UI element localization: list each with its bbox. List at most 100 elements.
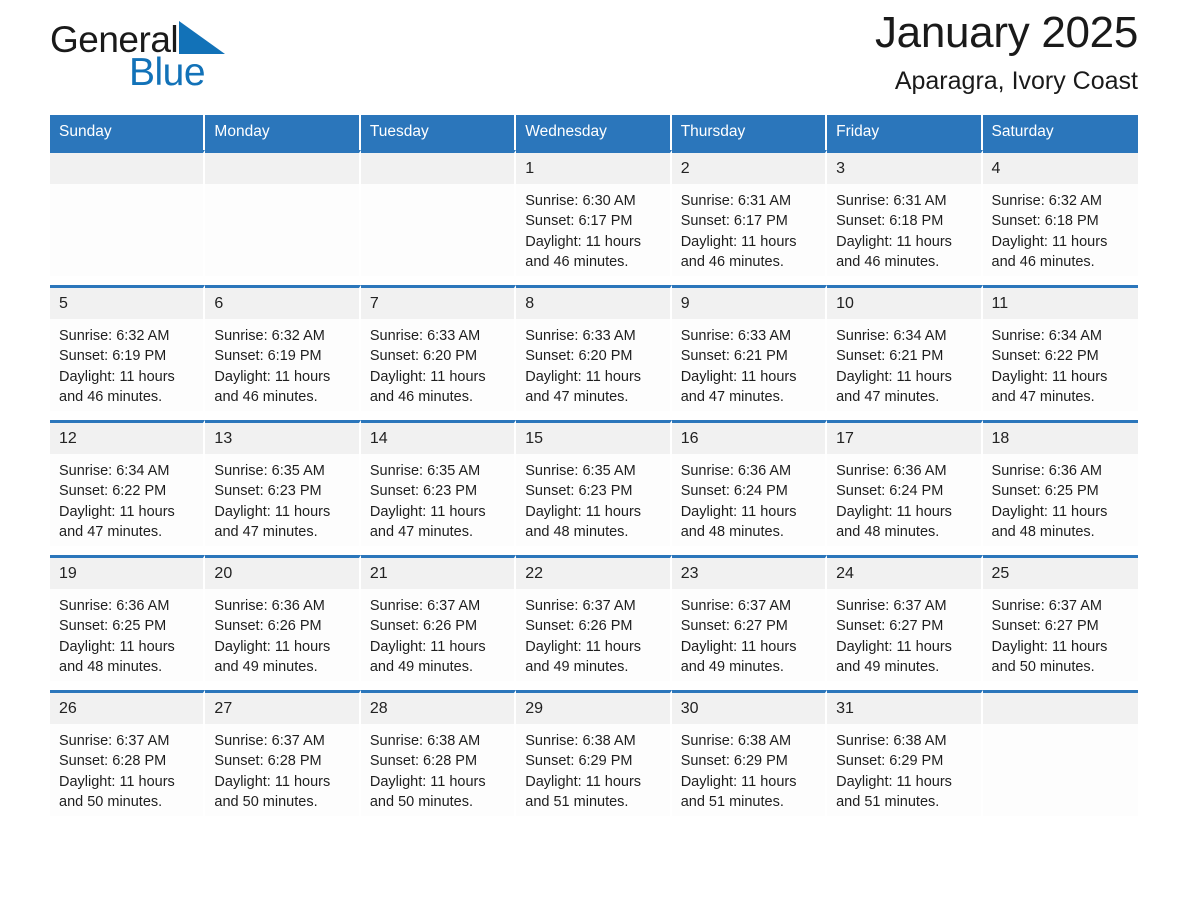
day-cell[interactable]: 26 Sunrise: 6:37 AM Sunset: 6:28 PM Dayl… xyxy=(50,690,206,816)
day-number: 26 xyxy=(50,693,204,724)
sunrise-text: Sunrise: 6:37 AM xyxy=(680,598,792,614)
day-cell[interactable]: 10 Sunrise: 6:34 AM Sunset: 6:21 PM Dayl… xyxy=(827,285,983,411)
day-cell[interactable]: 2 Sunrise: 6:31 AM Sunset: 6:17 PM Dayli… xyxy=(671,150,828,276)
daylight-text-line1: Daylight: 11 hours xyxy=(680,368,797,385)
month-calendar: Sunday Monday Tuesday Wednesday Thursday… xyxy=(50,115,1138,816)
day-number: 22 xyxy=(516,558,670,589)
daylight-text-line1: Daylight: 11 hours xyxy=(369,773,486,790)
daylight-text-line1: Daylight: 11 hours xyxy=(836,638,952,655)
weekday-header-wednesday: Wednesday xyxy=(516,115,672,150)
daylight-text-line1: Daylight: 11 hours xyxy=(680,638,797,655)
daylight-text-line2: and 47 minutes. xyxy=(59,523,163,540)
weekday-header-monday: Monday xyxy=(205,115,361,150)
day-details: Sunrise: 6:34 AM Sunset: 6:22 PM Dayligh… xyxy=(983,319,1138,407)
sunset-text: Sunset: 6:19 PM xyxy=(59,348,167,365)
sunrise-text: Sunrise: 6:36 AM xyxy=(214,598,325,614)
day-cell[interactable] xyxy=(982,690,1138,816)
day-cell[interactable]: 17 Sunrise: 6:36 AM Sunset: 6:24 PM Dayl… xyxy=(827,420,983,546)
page-title: January 2025 xyxy=(874,8,1138,57)
day-cell[interactable]: 22 Sunrise: 6:37 AM Sunset: 6:26 PM Dayl… xyxy=(516,555,672,681)
day-cell[interactable]: 12 Sunrise: 6:34 AM Sunset: 6:22 PM Dayl… xyxy=(50,420,206,546)
week-row: 26 Sunrise: 6:37 AM Sunset: 6:28 PM Dayl… xyxy=(50,690,1138,816)
day-cell[interactable]: 6 Sunrise: 6:32 AM Sunset: 6:19 PM Dayli… xyxy=(205,285,361,411)
day-cell[interactable]: 27 Sunrise: 6:37 AM Sunset: 6:28 PM Dayl… xyxy=(205,690,361,816)
daylight-text-line2: and 47 minutes. xyxy=(214,523,318,540)
day-cell[interactable]: 23 Sunrise: 6:37 AM Sunset: 6:27 PM Dayl… xyxy=(671,555,828,681)
day-details: Sunrise: 6:31 AM Sunset: 6:17 PM Dayligh… xyxy=(672,184,825,272)
day-details: Sunrise: 6:37 AM Sunset: 6:28 PM Dayligh… xyxy=(50,724,203,812)
day-cell[interactable]: 25 Sunrise: 6:37 AM Sunset: 6:27 PM Dayl… xyxy=(982,555,1138,681)
day-cell[interactable]: 3 Sunrise: 6:31 AM Sunset: 6:18 PM Dayli… xyxy=(827,150,983,276)
sunrise-text: Sunrise: 6:38 AM xyxy=(680,733,792,749)
daylight-text-line2: and 50 minutes. xyxy=(59,793,163,810)
day-number: 28 xyxy=(360,693,515,724)
day-cell[interactable]: 18 Sunrise: 6:36 AM Sunset: 6:25 PM Dayl… xyxy=(982,420,1138,546)
sunrise-text: Sunrise: 6:38 AM xyxy=(525,733,636,749)
day-cell[interactable]: 15 Sunrise: 6:35 AM Sunset: 6:23 PM Dayl… xyxy=(516,420,672,546)
day-cell[interactable]: 11 Sunrise: 6:34 AM Sunset: 6:22 PM Dayl… xyxy=(982,285,1138,411)
sunrise-text: Sunrise: 6:30 AM xyxy=(525,193,636,209)
week-row: 5 Sunrise: 6:32 AM Sunset: 6:19 PM Dayli… xyxy=(50,285,1138,411)
day-cell[interactable]: 19 Sunrise: 6:36 AM Sunset: 6:25 PM Dayl… xyxy=(50,555,206,681)
sunset-text: Sunset: 6:27 PM xyxy=(991,618,1099,635)
day-number: 30 xyxy=(671,693,826,724)
day-cell[interactable]: 16 Sunrise: 6:36 AM Sunset: 6:24 PM Dayl… xyxy=(671,420,828,546)
day-cell[interactable] xyxy=(205,150,361,276)
day-details: Sunrise: 6:38 AM Sunset: 6:29 PM Dayligh… xyxy=(827,724,980,812)
daylight-text-line2: and 47 minutes. xyxy=(525,388,629,405)
day-details xyxy=(205,184,358,191)
day-details xyxy=(983,724,1138,731)
day-cell[interactable]: 13 Sunrise: 6:35 AM Sunset: 6:23 PM Dayl… xyxy=(205,420,361,546)
sunrise-text: Sunrise: 6:36 AM xyxy=(59,598,170,614)
day-number: 17 xyxy=(827,423,981,454)
day-cell[interactable]: 5 Sunrise: 6:32 AM Sunset: 6:19 PM Dayli… xyxy=(50,285,206,411)
day-cell[interactable]: 30 Sunrise: 6:38 AM Sunset: 6:29 PM Dayl… xyxy=(671,690,828,816)
sunset-text: Sunset: 6:26 PM xyxy=(525,618,633,635)
day-cell[interactable]: 7 Sunrise: 6:33 AM Sunset: 6:20 PM Dayli… xyxy=(360,285,517,411)
daylight-text-line2: and 48 minutes. xyxy=(59,658,163,675)
brand-logo[interactable]: General Blue xyxy=(50,18,310,98)
day-number: 7 xyxy=(360,288,515,319)
sunrise-text: Sunrise: 6:37 AM xyxy=(836,598,947,614)
day-number: 1 xyxy=(516,153,670,184)
daylight-text-line1: Daylight: 11 hours xyxy=(369,503,486,520)
daylight-text-line1: Daylight: 11 hours xyxy=(525,368,642,385)
daylight-text-line2: and 49 minutes. xyxy=(836,658,940,675)
sunrise-text: Sunrise: 6:37 AM xyxy=(214,733,325,749)
day-cell[interactable]: 9 Sunrise: 6:33 AM Sunset: 6:21 PM Dayli… xyxy=(671,285,828,411)
day-cell[interactable]: 8 Sunrise: 6:33 AM Sunset: 6:20 PM Dayli… xyxy=(516,285,672,411)
daylight-text-line1: Daylight: 11 hours xyxy=(525,233,642,250)
sunset-text: Sunset: 6:28 PM xyxy=(214,753,322,770)
daylight-text-line2: and 46 minutes. xyxy=(836,253,940,270)
daylight-text-line2: and 46 minutes. xyxy=(214,388,318,405)
sunrise-text: Sunrise: 6:37 AM xyxy=(369,598,481,614)
daylight-text-line1: Daylight: 11 hours xyxy=(59,368,175,385)
day-details: Sunrise: 6:31 AM Sunset: 6:18 PM Dayligh… xyxy=(827,184,980,272)
daylight-text-line2: and 51 minutes. xyxy=(680,793,784,810)
day-cell[interactable]: 1 Sunrise: 6:30 AM Sunset: 6:17 PM Dayli… xyxy=(516,150,672,276)
day-cell[interactable]: 4 Sunrise: 6:32 AM Sunset: 6:18 PM Dayli… xyxy=(982,150,1138,276)
sunset-text: Sunset: 6:17 PM xyxy=(680,213,788,230)
daylight-text-line2: and 50 minutes. xyxy=(214,793,318,810)
day-cell[interactable]: 21 Sunrise: 6:37 AM Sunset: 6:26 PM Dayl… xyxy=(360,555,517,681)
weekday-header-tuesday: Tuesday xyxy=(360,115,517,150)
sunrise-text: Sunrise: 6:34 AM xyxy=(836,328,947,344)
day-number: 12 xyxy=(50,423,204,454)
daylight-text-line2: and 48 minutes. xyxy=(680,523,784,540)
day-cell[interactable] xyxy=(50,150,206,276)
day-cell[interactable]: 20 Sunrise: 6:36 AM Sunset: 6:26 PM Dayl… xyxy=(205,555,361,681)
sunrise-text: Sunrise: 6:35 AM xyxy=(214,463,325,479)
sunrise-text: Sunrise: 6:37 AM xyxy=(59,733,170,749)
sunset-text: Sunset: 6:24 PM xyxy=(680,483,788,500)
day-number: 21 xyxy=(360,558,515,589)
day-cell[interactable]: 28 Sunrise: 6:38 AM Sunset: 6:28 PM Dayl… xyxy=(360,690,517,816)
sunset-text: Sunset: 6:22 PM xyxy=(991,348,1099,365)
sunrise-text: Sunrise: 6:32 AM xyxy=(991,193,1102,209)
day-cell[interactable]: 24 Sunrise: 6:37 AM Sunset: 6:27 PM Dayl… xyxy=(827,555,983,681)
week-spacer xyxy=(50,411,1138,420)
day-cell[interactable]: 31 Sunrise: 6:38 AM Sunset: 6:29 PM Dayl… xyxy=(827,690,983,816)
sunset-text: Sunset: 6:27 PM xyxy=(836,618,944,635)
day-cell[interactable]: 29 Sunrise: 6:38 AM Sunset: 6:29 PM Dayl… xyxy=(516,690,672,816)
day-cell[interactable] xyxy=(360,150,517,276)
day-cell[interactable]: 14 Sunrise: 6:35 AM Sunset: 6:23 PM Dayl… xyxy=(360,420,517,546)
